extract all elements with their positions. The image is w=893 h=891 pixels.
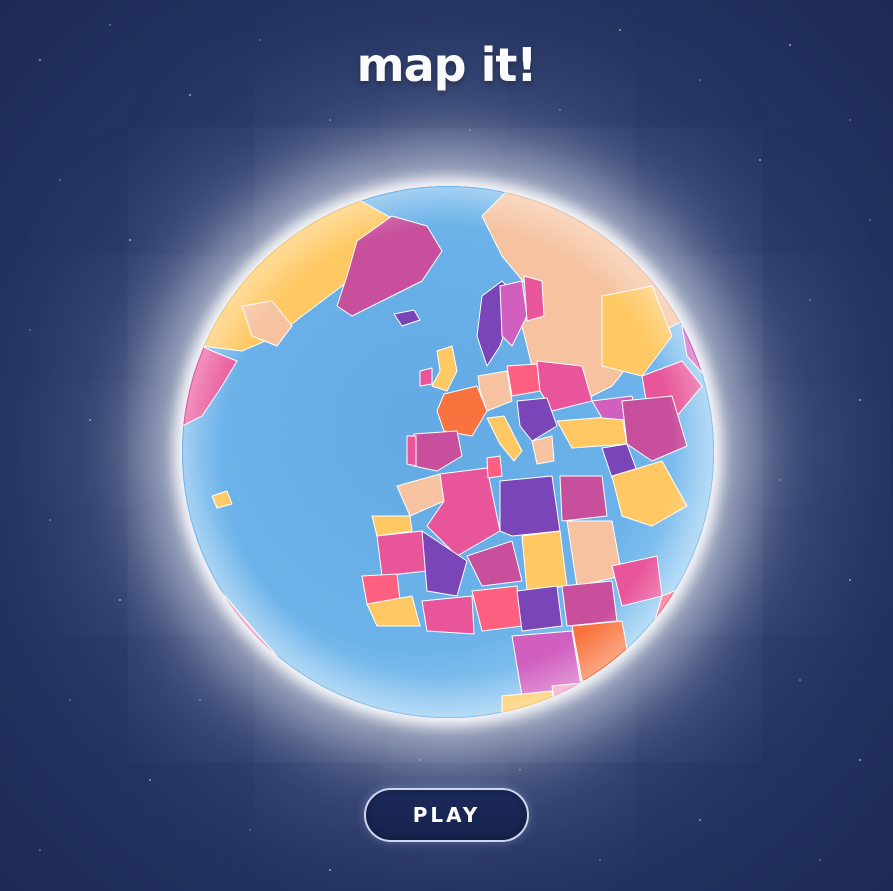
globe[interactable]: [182, 186, 714, 718]
game-title: map it!: [356, 38, 538, 92]
globe-map[interactable]: [182, 186, 714, 718]
play-button[interactable]: PLAY: [364, 788, 529, 842]
